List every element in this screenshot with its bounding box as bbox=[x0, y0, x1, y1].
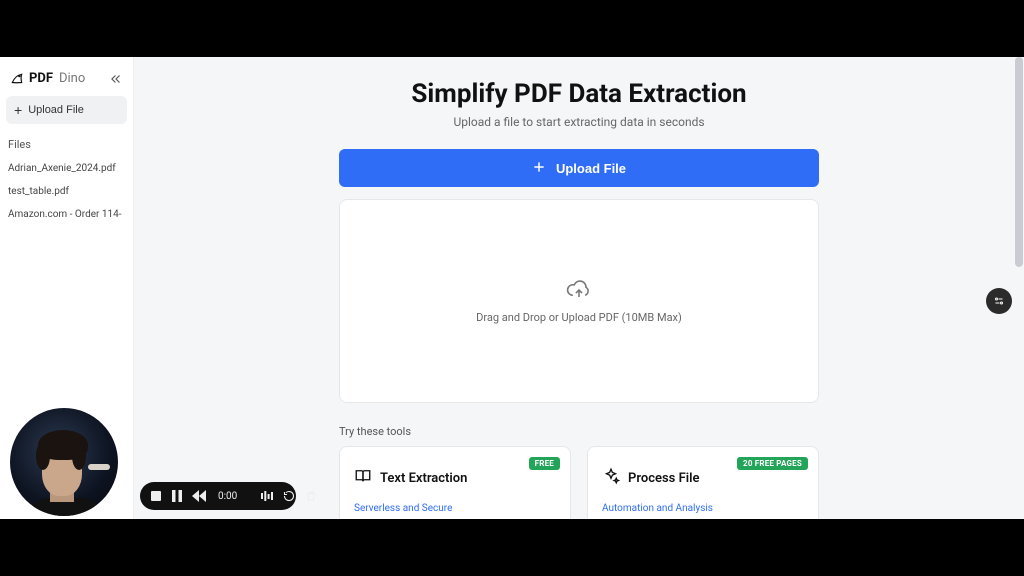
files-heading: Files bbox=[8, 138, 125, 151]
card-link[interactable]: Serverless and Secure bbox=[354, 503, 556, 514]
book-icon bbox=[354, 467, 372, 489]
equalizer-icon[interactable] bbox=[261, 489, 273, 503]
webcam-avatar[interactable] bbox=[10, 408, 118, 516]
tool-card-text-extraction[interactable]: FREE Text Extraction Serverless and Secu… bbox=[339, 446, 571, 519]
page-subtitle: Upload a file to start extracting data i… bbox=[194, 115, 964, 129]
rewind-button[interactable] bbox=[192, 489, 206, 503]
trash-icon[interactable] bbox=[305, 489, 317, 503]
upload-file-label: Upload File bbox=[556, 161, 626, 176]
card-desc: Organizes text and extracts key data int… bbox=[602, 518, 804, 519]
collapse-sidebar-icon[interactable] bbox=[109, 72, 123, 86]
badge-free: FREE bbox=[529, 457, 560, 470]
file-item[interactable]: test_table.pdf bbox=[6, 180, 127, 203]
plus-icon: + bbox=[14, 103, 22, 117]
card-head: Text Extraction bbox=[354, 467, 556, 489]
page-title: Simplify PDF Data Extraction bbox=[194, 79, 964, 109]
card-desc: Extract and convert PDF content into tex… bbox=[354, 518, 556, 519]
card-title: Text Extraction bbox=[380, 471, 467, 486]
scrollbar[interactable] bbox=[1015, 57, 1023, 267]
app-window: PDF Dino + Upload File Files Adrian_Axen… bbox=[0, 57, 1024, 519]
file-item[interactable]: Amazon.com - Order 114- bbox=[6, 203, 127, 226]
card-link[interactable]: Automation and Analysis bbox=[602, 503, 804, 514]
brand-icon bbox=[10, 72, 24, 86]
main-content: Simplify PDF Data Extraction Upload a fi… bbox=[134, 57, 1024, 519]
card-title: Process File bbox=[628, 471, 699, 486]
file-item[interactable]: Adrian_Axenie_2024.pdf bbox=[6, 157, 127, 180]
tool-card-process-file[interactable]: 20 FREE PAGES Process File Automation an… bbox=[587, 446, 819, 519]
brand[interactable]: PDF Dino bbox=[10, 71, 85, 86]
recording-player: 0:00 bbox=[140, 482, 296, 510]
card-head: Process File bbox=[602, 467, 804, 489]
sparkle-icon bbox=[602, 467, 620, 489]
tools-label: Try these tools bbox=[339, 425, 819, 438]
upload-file-button[interactable]: Upload File bbox=[339, 149, 819, 187]
player-time: 0:00 bbox=[218, 491, 237, 502]
cloud-upload-icon bbox=[565, 279, 593, 301]
plus-icon bbox=[532, 160, 546, 177]
settings-fab[interactable] bbox=[986, 288, 1012, 314]
brand-row: PDF Dino bbox=[6, 67, 127, 96]
sidebar-upload-label: Upload File bbox=[28, 104, 84, 116]
pause-button[interactable] bbox=[172, 489, 182, 503]
tool-cards: FREE Text Extraction Serverless and Secu… bbox=[339, 446, 819, 519]
brand-name: PDF bbox=[29, 71, 53, 86]
brand-suffix: Dino bbox=[59, 71, 85, 86]
drop-zone[interactable]: Drag and Drop or Upload PDF (10MB Max) bbox=[339, 199, 819, 403]
drop-zone-text: Drag and Drop or Upload PDF (10MB Max) bbox=[476, 311, 682, 324]
sidebar-upload-button[interactable]: + Upload File bbox=[6, 96, 127, 124]
stop-button[interactable] bbox=[150, 489, 162, 503]
restart-icon[interactable] bbox=[283, 489, 295, 503]
badge-free-pages: 20 FREE PAGES bbox=[737, 457, 808, 470]
